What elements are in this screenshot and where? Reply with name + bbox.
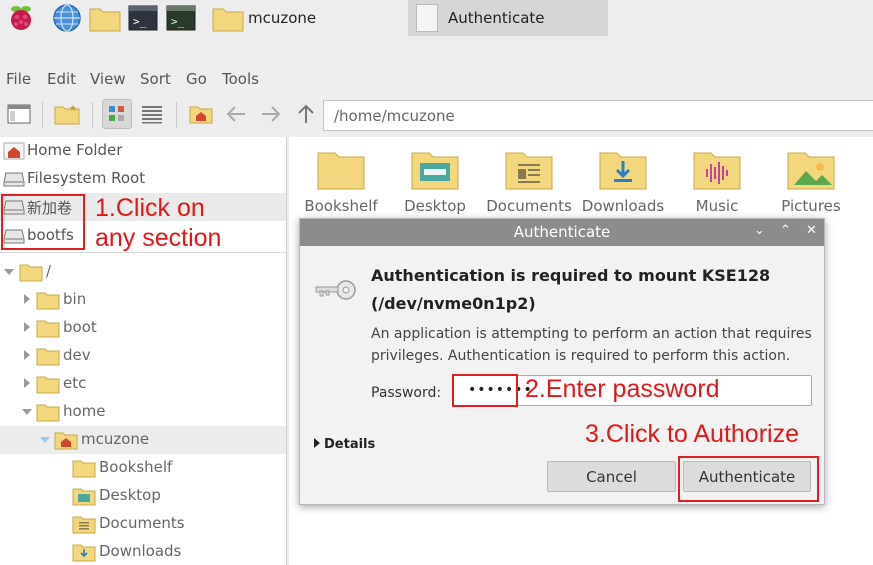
folder-icon — [36, 318, 60, 342]
folder-icon — [19, 262, 43, 286]
annotation-step3: 3.Click to Authorize — [585, 420, 799, 448]
triangle-right-icon — [314, 438, 320, 448]
desktop-folder-icon — [72, 486, 96, 510]
menu-view[interactable]: View — [90, 70, 126, 88]
taskbar-window-label: Authenticate — [448, 9, 545, 27]
cancel-button[interactable]: Cancel — [547, 461, 676, 492]
place-home-folder[interactable]: Home Folder — [0, 137, 286, 165]
dialog-description: An application is attempting to perform … — [371, 326, 812, 364]
document-icon — [416, 4, 438, 32]
folder-icon — [36, 346, 60, 370]
tree-node-bookshelf[interactable]: Bookshelf — [0, 454, 286, 482]
file-item-desktop[interactable]: Desktop — [390, 147, 480, 215]
menu-sort[interactable]: Sort — [140, 70, 171, 88]
folder-icon — [36, 402, 60, 426]
close-icon[interactable]: ✕ — [806, 223, 817, 238]
chevron-right-icon[interactable] — [24, 350, 30, 360]
taskbar-window-mcuzone[interactable]: mcuzone — [248, 9, 316, 27]
folder-icon — [36, 374, 60, 398]
tree-node-mcuzone[interactable]: mcuzone — [0, 426, 286, 454]
password-label: Password: — [371, 385, 442, 401]
pictures-folder-icon — [787, 152, 835, 190]
annotation-step2: 2.Enter password — [525, 375, 720, 403]
menu-go[interactable]: Go — [186, 70, 207, 88]
home-icon[interactable] — [186, 99, 216, 129]
menu-tools[interactable]: Tools — [222, 70, 259, 88]
annotation-box-password — [452, 374, 518, 407]
file-item-bookshelf[interactable]: Bookshelf — [296, 147, 386, 215]
svg-text:★: ★ — [69, 104, 77, 114]
place-filesystem-root[interactable]: Filesystem Root — [0, 165, 286, 193]
menu-file[interactable]: File — [6, 70, 31, 88]
dialog-titlebar[interactable]: Authenticate ⌄ ⌃ ✕ — [300, 219, 824, 246]
menu-edit[interactable]: Edit — [47, 70, 76, 88]
dialog-heading: Authentication is required to mount KSE1… — [371, 266, 771, 313]
drive-icon — [3, 170, 25, 192]
file-item-downloads[interactable]: Downloads — [578, 147, 668, 215]
terminal-root-icon[interactable]: >_ — [166, 3, 196, 33]
folder-icon — [72, 458, 96, 482]
address-bar[interactable]: /home/mcuzone — [323, 100, 873, 131]
chevron-right-icon[interactable] — [24, 294, 30, 304]
toolbar-divider — [92, 102, 93, 128]
svg-text:>_: >_ — [133, 15, 147, 28]
tree-node-bin[interactable]: bin — [0, 286, 286, 314]
downloads-folder-icon — [599, 152, 647, 190]
tree-node-root[interactable]: / — [0, 258, 286, 286]
documents-folder-icon — [505, 152, 553, 190]
up-arrow-icon[interactable] — [291, 99, 321, 129]
svg-text:>_: >_ — [171, 15, 185, 28]
tree-node-desktop[interactable]: Desktop — [0, 482, 286, 510]
taskbar-window-authenticate[interactable]: Authenticate — [408, 0, 608, 36]
back-arrow-icon[interactable] — [221, 99, 251, 129]
new-folder-icon[interactable]: ★ — [52, 99, 82, 129]
browser-globe-icon[interactable] — [52, 3, 82, 33]
toolbar-divider — [42, 102, 43, 128]
tree-node-documents[interactable]: Documents — [0, 510, 286, 538]
menu-bar: File Edit View Sort Go Tools — [0, 66, 873, 92]
chevron-down-icon[interactable] — [4, 269, 14, 275]
dialog-title: Authenticate — [513, 223, 611, 241]
file-item-music[interactable]: Music — [672, 147, 762, 215]
details-expander[interactable]: Details — [314, 437, 375, 452]
music-folder-icon — [693, 152, 741, 190]
taskbar-folder-icon — [212, 3, 244, 33]
raspberry-menu-icon[interactable] — [6, 3, 36, 33]
annotation-step1: 1.Click on any section — [95, 194, 222, 252]
tree-node-downloads[interactable]: Downloads — [0, 538, 286, 565]
icon-view-icon[interactable] — [102, 99, 132, 129]
documents-folder-icon — [72, 514, 96, 538]
keys-icon — [314, 274, 360, 308]
file-item-pictures[interactable]: Pictures — [766, 147, 856, 215]
home-folder-icon — [54, 430, 78, 454]
desktop-folder-icon — [411, 152, 459, 190]
annotation-box-sections — [1, 194, 85, 250]
minimize-icon[interactable]: ⌄ — [754, 223, 765, 238]
file-manager-folder-icon[interactable] — [89, 3, 121, 33]
tree-node-boot[interactable]: boot — [0, 314, 286, 342]
home-folder-icon — [3, 142, 25, 164]
new-window-icon[interactable] — [4, 99, 34, 129]
forward-arrow-icon[interactable] — [256, 99, 286, 129]
chevron-down-icon[interactable] — [40, 437, 50, 443]
taskbar: >_ >_ mcuzone Authenticate — [0, 0, 873, 36]
chevron-right-icon[interactable] — [24, 378, 30, 388]
maximize-icon[interactable]: ⌃ — [780, 223, 791, 238]
downloads-folder-icon — [72, 542, 96, 565]
toolbar-divider — [176, 102, 177, 128]
folder-icon — [317, 152, 365, 190]
terminal-icon[interactable]: >_ — [128, 3, 158, 33]
tree-node-dev[interactable]: dev — [0, 342, 286, 370]
annotation-box-authenticate — [678, 456, 819, 502]
tree-node-etc[interactable]: etc — [0, 370, 286, 398]
chevron-right-icon[interactable] — [24, 322, 30, 332]
file-item-documents[interactable]: Documents — [484, 147, 574, 215]
folder-icon — [36, 290, 60, 314]
tree-node-home[interactable]: home — [0, 398, 286, 426]
list-view-icon[interactable] — [137, 99, 167, 129]
chevron-down-icon[interactable] — [22, 409, 32, 415]
